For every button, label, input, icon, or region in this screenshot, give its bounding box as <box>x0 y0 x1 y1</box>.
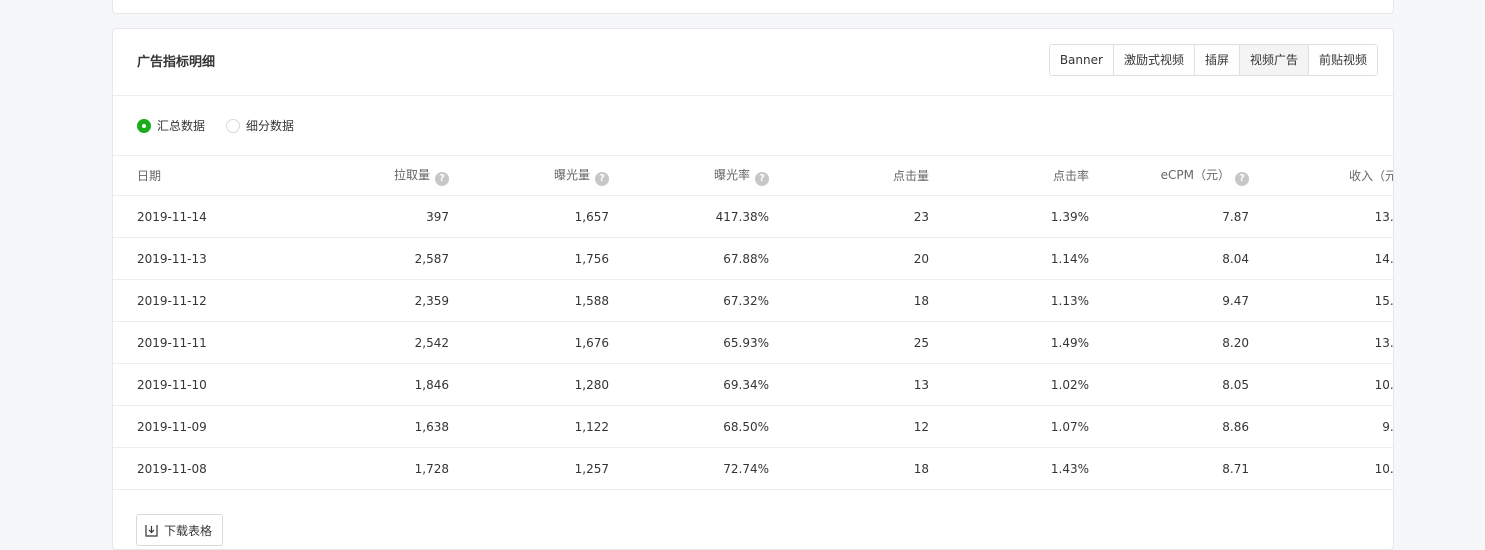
header-impression-rate: 曝光率? <box>609 156 769 196</box>
cell-revenue: 13.04 <box>1249 195 1393 238</box>
cell-impression-rate: 72.74% <box>609 447 769 490</box>
table-row: 2019-11-091,6381,12268.50%121.07%8.869.9… <box>113 405 1393 448</box>
header-revenue: 收入（元） <box>1249 156 1393 196</box>
help-icon[interactable]: ? <box>755 171 769 186</box>
tab-video-ad[interactable]: 视频广告 <box>1238 45 1308 75</box>
cell-ctr: 1.39% <box>929 195 1089 238</box>
cell-requests: 2,542 <box>322 321 449 364</box>
cell-ctr: 1.49% <box>929 321 1089 364</box>
cell-date: 2019-11-09 <box>113 405 322 448</box>
cell-requests: 1,846 <box>322 363 449 406</box>
cell-date: 2019-11-08 <box>113 447 322 490</box>
cell-ecpm: 8.20 <box>1089 321 1249 364</box>
card-header: 广告指标明细 Banner 激励式视频 插屏 视频广告 前贴视频 <box>113 29 1393 96</box>
download-label: 下载表格 <box>164 523 213 538</box>
cell-impressions: 1,122 <box>449 405 609 448</box>
ad-type-tabs: Banner 激励式视频 插屏 视频广告 前贴视频 <box>1048 44 1378 76</box>
header-date: 日期 <box>113 156 322 196</box>
help-icon[interactable]: ? <box>1235 171 1249 186</box>
cell-clicks: 12 <box>769 405 929 448</box>
cell-requests: 1,728 <box>322 447 449 490</box>
cell-revenue: 9.94 <box>1249 405 1393 448</box>
cell-impression-rate: 65.93% <box>609 321 769 364</box>
cell-date: 2019-11-13 <box>113 237 322 280</box>
radio-summary-label: 汇总数据 <box>157 119 206 133</box>
cell-clicks: 13 <box>769 363 929 406</box>
radio-checked-icon <box>137 118 151 133</box>
cell-ecpm: 8.04 <box>1089 237 1249 280</box>
header-ecpm: eCPM（元）? <box>1089 156 1249 196</box>
help-icon[interactable]: ? <box>595 171 609 186</box>
table-row: 2019-11-13 2,587 1,756 67.88% 20 1.14% 8.04 14.… <box>113 237 1393 280</box>
cell-ecpm: 8.86 <box>1089 405 1249 448</box>
tab-interstitial[interactable]: 插屏 <box>1193 45 1239 75</box>
header-clicks: 点击量 <box>769 156 929 196</box>
top-card <box>112 0 1394 14</box>
ad-metrics-card: 广告指标明细 Banner 激励式视频 插屏 视频广告 前贴视频 汇总数据 细分… <box>112 28 1394 550</box>
radio-summary[interactable]: 汇总数据 <box>137 117 205 134</box>
cell-date: 2019-11-10 <box>113 363 322 406</box>
cell-clicks: 18 <box>769 447 929 490</box>
cell-ctr: 1.07% <box>929 405 1089 448</box>
header-requests: 拉取量? <box>322 156 449 196</box>
help-icon[interactable]: ? <box>435 171 449 186</box>
cell-date: 2019-11-11 <box>113 321 322 364</box>
cell-date: 2019-11-12 <box>113 279 322 322</box>
table-body: 2019-11-143971,657417.38%231.39%7.8713.0… <box>113 195 1393 490</box>
table-row: 2019-11-12 2,359 1,588 67.32% 18 1.13% 9.47 15.… <box>113 279 1393 322</box>
cell-requests: 2,587 <box>322 237 449 280</box>
cell-clicks: 25 <box>769 321 929 364</box>
cell-revenue: 13.75 <box>1249 321 1393 364</box>
radio-detail-label: 细分数据 <box>246 119 295 133</box>
cell-ctr: 1.14% <box>929 237 1089 280</box>
cell-revenue: 10.95 <box>1249 447 1393 490</box>
header-impressions: 曝光量? <box>449 156 609 196</box>
cell-ecpm: 7.87 <box>1089 195 1249 238</box>
cell-impressions: 1,280 <box>449 363 609 406</box>
download-table-button[interactable]: 下载表格 <box>136 514 224 546</box>
cell-impression-rate: 67.32% <box>609 279 769 322</box>
cell-clicks: 20 <box>769 237 929 280</box>
download-icon <box>145 524 158 537</box>
cell-clicks: 18 <box>769 279 929 322</box>
radio-unchecked-icon <box>226 118 240 133</box>
table-row: 2019-11-08 1,728 1,257 72.74% 18 1.43% 8.71 10.… <box>113 447 1393 490</box>
cell-ctr: 1.13% <box>929 279 1089 322</box>
cell-ctr: 1.02% <box>929 363 1089 406</box>
cell-revenue: 10.30 <box>1249 363 1393 406</box>
cell-revenue: 15.04 <box>1249 279 1393 322</box>
cell-impressions: 1,257 <box>449 447 609 490</box>
table-row: 2019-11-143971,657417.38%231.39%7.8713.0… <box>113 195 1393 238</box>
cell-revenue: 14.11 <box>1249 237 1393 280</box>
tab-preroll-video[interactable]: 前贴视频 <box>1307 45 1377 75</box>
metrics-table: 日期 拉取量? 曝光量? 曝光率? 点击量 点击率 eCPM（元）? 收入（元）… <box>113 156 1393 490</box>
cell-requests: 2,359 <box>322 279 449 322</box>
cell-requests: 1,638 <box>322 405 449 448</box>
cell-impressions: 1,657 <box>449 195 609 238</box>
cell-impression-rate: 68.50% <box>609 405 769 448</box>
cell-impressions: 1,756 <box>449 237 609 280</box>
tab-banner[interactable]: Banner <box>1049 45 1113 75</box>
cell-date: 2019-11-14 <box>113 195 322 238</box>
table-row: 2019-11-11 2,542 1,676 65.93% 25 1.49% 8.20 13.… <box>113 321 1393 364</box>
table-header-row: 日期 拉取量? 曝光量? 曝光率? 点击量 点击率 eCPM（元）? 收入（元） <box>113 156 1393 196</box>
cell-ecpm: 9.47 <box>1089 279 1249 322</box>
card-title: 广告指标明细 <box>137 55 216 70</box>
cell-impression-rate: 69.34% <box>609 363 769 406</box>
cell-impression-rate: 67.88% <box>609 237 769 280</box>
data-mode-row: 汇总数据 细分数据 <box>113 96 1393 156</box>
cell-impressions: 1,676 <box>449 321 609 364</box>
radio-detail[interactable]: 细分数据 <box>226 117 294 134</box>
header-ctr: 点击率 <box>929 156 1089 196</box>
cell-impressions: 1,588 <box>449 279 609 322</box>
cell-ecpm: 8.05 <box>1089 363 1249 406</box>
table-row: 2019-11-10 1,846 1,280 69.34% 13 1.02% 8.05 10.… <box>113 363 1393 406</box>
cell-ecpm: 8.71 <box>1089 447 1249 490</box>
tab-rewarded-video[interactable]: 激励式视频 <box>1112 45 1194 75</box>
cell-requests: 397 <box>322 195 449 238</box>
cell-clicks: 23 <box>769 195 929 238</box>
cell-impression-rate: 417.38% <box>609 195 769 238</box>
cell-ctr: 1.43% <box>929 447 1089 490</box>
